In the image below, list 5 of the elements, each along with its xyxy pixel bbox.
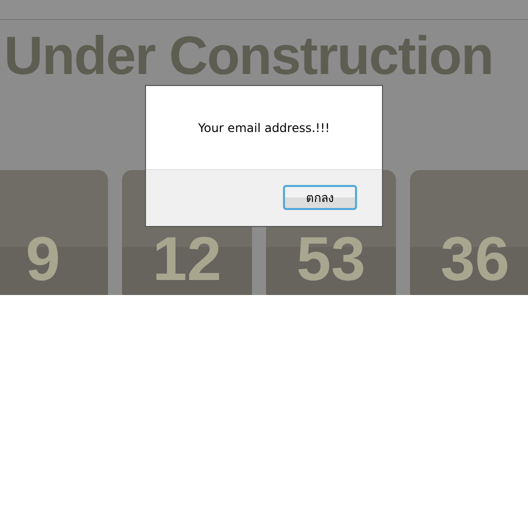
countdown-tile: 9: [0, 170, 108, 295]
page-heading: Under Construction: [4, 26, 494, 86]
countdown-tile: 36: [410, 170, 528, 295]
alert-message: Your email address.!!!: [198, 120, 330, 134]
ok-button[interactable]: ตกลง: [283, 185, 357, 210]
